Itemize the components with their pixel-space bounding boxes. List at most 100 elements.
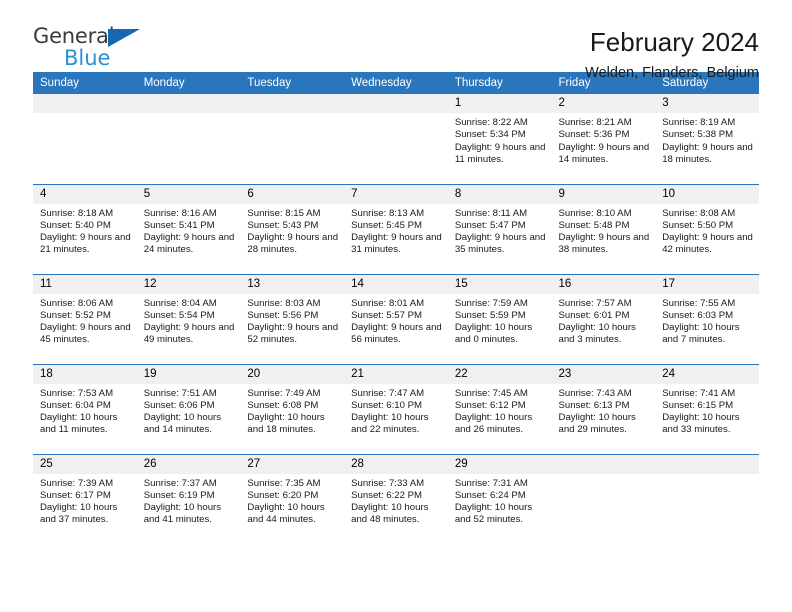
calendar-day-cell[interactable]: 9 Sunrise: 8:10 AM Sunset: 5:48 PM Daylight… (551, 183, 656, 274)
day-sun-info: Sunrise: 7:51 AM Sunset: 6:06 PM Daylight:… (137, 384, 241, 437)
sunrise-text: Sunrise: 7:33 AM (351, 477, 425, 489)
calendar-day-cell[interactable]: 16 Sunrise: 7:57 AM Sunset: 6:01 PM Dayligh… (551, 273, 656, 364)
calendar-day-cell[interactable]: 25 Sunrise: 7:39 AM Sunset: 6:17 PM Dayligh… (33, 453, 137, 544)
daylight-text: Daylight: 10 hours and 14 minutes. (143, 412, 222, 436)
sunrise-text: Sunrise: 8:06 AM (40, 297, 114, 309)
day-sun-info: Sunrise: 7:47 AM Sunset: 6:10 PM Daylight:… (344, 384, 448, 437)
sunset-text: Sunset: 5:38 PM (662, 129, 734, 141)
calendar-day-cell[interactable]: 4 Sunrise: 8:18 AM Sunset: 5:40 PM Daylight… (33, 183, 137, 274)
sunset-text: Sunset: 5:54 PM (143, 309, 215, 321)
day-sun-info: Sunrise: 7:41 AM Sunset: 6:15 PM Daylight:… (655, 384, 759, 437)
day-number: 8 (447, 184, 552, 204)
calendar-day-cell[interactable]: 2 Sunrise: 8:21 AM Sunset: 5:36 PM Daylight… (551, 94, 656, 184)
calendar-day-cell[interactable]: 22 Sunrise: 7:45 AM Sunset: 6:12 PM Dayligh… (447, 363, 552, 454)
sunrise-text: Sunrise: 7:55 AM (662, 297, 736, 309)
day-number: 1 (447, 94, 552, 113)
calendar-day-cell[interactable]: 28 Sunrise: 7:33 AM Sunset: 6:22 PM Dayligh… (344, 453, 448, 544)
daylight-text: Daylight: 10 hours and 29 minutes. (558, 412, 636, 436)
day-number: 24 (655, 364, 759, 384)
calendar-day-cell[interactable]: 7 Sunrise: 8:13 AM Sunset: 5:45 PM Daylight… (344, 183, 448, 274)
title-block: February 2024 Welden, Flanders, Belgium (585, 26, 759, 81)
calendar-day-cell[interactable]: 3 Sunrise: 8:19 AM Sunset: 5:38 PM Daylight… (655, 94, 759, 184)
sunset-text: Sunset: 6:15 PM (662, 399, 734, 411)
page-title: February 2024 (589, 27, 759, 57)
calendar-day-cell[interactable]: 11 Sunrise: 8:06 AM Sunset: 5:52 PM Dayligh… (33, 273, 137, 364)
sunrise-text: Sunrise: 7:49 AM (247, 387, 321, 399)
daylight-text: Daylight: 9 hours and 56 minutes. (351, 322, 442, 346)
day-sun-info: Sunrise: 7:37 AM Sunset: 6:19 PM Daylight:… (137, 474, 241, 527)
day-number: 11 (33, 274, 137, 294)
calendar-day-cell[interactable]: 10 Sunrise: 8:08 AM Sunset: 5:50 PM Dayligh… (655, 183, 759, 274)
sunrise-text: Sunrise: 7:31 AM (454, 477, 528, 489)
day-number: 13 (240, 274, 345, 294)
calendar-day-cell-empty (240, 94, 345, 184)
daylight-text: Daylight: 9 hours and 31 minutes. (351, 232, 442, 256)
sunrise-text: Sunrise: 8:15 AM (247, 207, 321, 219)
day-sun-info: Sunrise: 7:59 AM Sunset: 5:59 PM Daylight:… (448, 294, 552, 347)
sunset-text: Sunset: 5:52 PM (40, 309, 111, 321)
calendar-day-cell-empty (33, 94, 137, 184)
daylight-text: Daylight: 10 hours and 11 minutes. (40, 412, 118, 436)
daylight-text: Daylight: 9 hours and 38 minutes. (558, 232, 650, 256)
day-number (344, 94, 448, 113)
day-sun-info: Sunrise: 8:16 AM Sunset: 5:41 PM Daylight:… (137, 204, 241, 257)
day-sun-info: Sunrise: 8:15 AM Sunset: 5:43 PM Daylight:… (240, 204, 344, 257)
calendar-day-cell[interactable]: 19 Sunrise: 7:51 AM Sunset: 6:06 PM Dayligh… (136, 363, 241, 454)
calendar-day-cell[interactable]: 21 Sunrise: 7:47 AM Sunset: 6:10 PM Dayligh… (344, 363, 448, 454)
sunrise-text: Sunrise: 7:35 AM (247, 477, 321, 489)
calendar-day-cell[interactable]: 15 Sunrise: 7:59 AM Sunset: 5:59 PM Dayligh… (447, 273, 552, 364)
calendar-day-cell[interactable]: 17 Sunrise: 7:55 AM Sunset: 6:03 PM Dayligh… (655, 273, 759, 364)
sunrise-text: Sunrise: 8:04 AM (143, 297, 217, 309)
sunrise-text: Sunrise: 7:45 AM (454, 387, 528, 399)
calendar-day-cell[interactable]: 27 Sunrise: 7:35 AM Sunset: 6:20 PM Dayligh… (240, 453, 345, 544)
calendar-day-cell[interactable]: 14 Sunrise: 8:01 AM Sunset: 5:57 PM Dayligh… (344, 273, 448, 364)
calendar-page: General Blue February 2024 Welden, Fland… (0, 0, 792, 612)
day-number: 16 (551, 274, 656, 294)
day-number: 22 (447, 364, 552, 384)
day-number: 28 (344, 454, 448, 474)
sunset-text: Sunset: 5:56 PM (247, 309, 319, 321)
sunrise-text: Sunrise: 8:18 AM (40, 207, 114, 219)
sunset-text: Sunset: 6:06 PM (143, 399, 215, 411)
day-sun-info: Sunrise: 8:13 AM Sunset: 5:45 PM Daylight:… (344, 204, 448, 257)
calendar-day-cell[interactable]: 12 Sunrise: 8:04 AM Sunset: 5:54 PM Dayligh… (136, 273, 241, 364)
day-sun-info: Sunrise: 7:45 AM Sunset: 6:12 PM Daylight:… (448, 384, 552, 437)
calendar-day-cell[interactable]: 5 Sunrise: 8:16 AM Sunset: 5:41 PM Daylight… (136, 183, 241, 274)
sunrise-text: Sunrise: 7:43 AM (558, 387, 632, 399)
calendar-day-cell[interactable]: 29 Sunrise: 7:31 AM Sunset: 6:24 PM Dayligh… (447, 453, 552, 544)
calendar-day-cell[interactable]: 24 Sunrise: 7:41 AM Sunset: 6:15 PM Dayligh… (655, 363, 759, 454)
calendar-day-cell-empty (655, 453, 759, 544)
sunset-text: Sunset: 6:03 PM (662, 309, 734, 321)
daylight-text: Daylight: 10 hours and 0 minutes. (454, 322, 533, 346)
day-sun-info: Sunrise: 8:21 AM Sunset: 5:36 PM Daylight:… (552, 113, 656, 166)
sunset-text: Sunset: 6:22 PM (351, 489, 423, 501)
calendar-day-cell[interactable]: 8 Sunrise: 8:11 AM Sunset: 5:47 PM Daylight… (447, 183, 552, 274)
calendar-day-cell[interactable]: 1 Sunrise: 8:22 AM Sunset: 5:34 PM Daylight… (447, 94, 552, 184)
sunrise-text: Sunrise: 8:10 AM (558, 207, 632, 219)
sunrise-text: Sunrise: 7:53 AM (40, 387, 114, 399)
day-sun-info: Sunrise: 7:57 AM Sunset: 6:01 PM Daylight:… (552, 294, 656, 347)
day-number: 19 (136, 364, 241, 384)
sunset-text: Sunset: 6:24 PM (454, 489, 526, 501)
calendar-day-cell[interactable]: 23 Sunrise: 7:43 AM Sunset: 6:13 PM Dayligh… (551, 363, 656, 454)
sunset-text: Sunset: 5:45 PM (351, 219, 423, 231)
calendar-day-cell[interactable]: 26 Sunrise: 7:37 AM Sunset: 6:19 PM Dayligh… (136, 453, 241, 544)
weekday-header-sunday: Sunday (33, 72, 137, 94)
day-number (33, 94, 137, 113)
page-header: General Blue February 2024 Welden, Fland… (33, 0, 759, 81)
calendar-week-row: 18 Sunrise: 7:53 AM Sunset: 6:04 PM Dayligh… (33, 363, 759, 454)
daylight-text: Daylight: 10 hours and 48 minutes. (351, 502, 429, 526)
calendar-day-cell[interactable]: 20 Sunrise: 7:49 AM Sunset: 6:08 PM Dayligh… (240, 363, 345, 454)
calendar-day-cell-empty (136, 94, 241, 184)
daylight-text: Daylight: 9 hours and 35 minutes. (454, 232, 546, 256)
calendar-day-cell[interactable]: 6 Sunrise: 8:15 AM Sunset: 5:43 PM Daylight… (240, 183, 345, 274)
day-number: 5 (136, 184, 241, 204)
daylight-text: Daylight: 9 hours and 42 minutes. (662, 232, 753, 256)
calendar-day-cell[interactable]: 13 Sunrise: 8:03 AM Sunset: 5:56 PM Dayligh… (240, 273, 345, 364)
day-number (240, 94, 345, 113)
day-sun-info: Sunrise: 7:55 AM Sunset: 6:03 PM Daylight:… (655, 294, 759, 347)
sunset-text: Sunset: 5:50 PM (662, 219, 734, 231)
daylight-text: Daylight: 10 hours and 52 minutes. (454, 502, 533, 526)
calendar-day-cell[interactable]: 18 Sunrise: 7:53 AM Sunset: 6:04 PM Dayligh… (33, 363, 137, 454)
sunset-text: Sunset: 6:17 PM (40, 489, 111, 501)
